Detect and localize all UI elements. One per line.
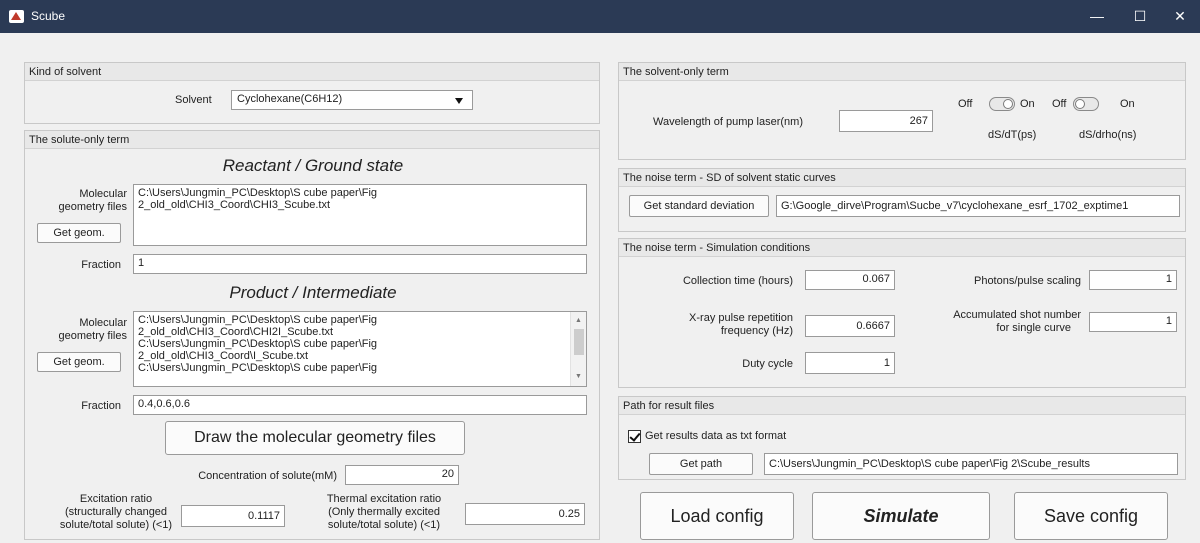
result-path-panel: Path for result files Get results data a… (618, 396, 1186, 480)
xray-frequency-label-2: frequency (Hz) (720, 325, 793, 337)
photons-scaling-label: Photons/pulse scaling (973, 275, 1081, 287)
toggle2-off-label: Off (1052, 98, 1067, 110)
load-config-button[interactable]: Load config (640, 492, 794, 540)
thermal-label-2: (Only thermally excited (328, 506, 440, 518)
app-logo-icon (9, 10, 24, 23)
xray-frequency-input[interactable]: 0.6667 (805, 315, 895, 337)
minimize-button[interactable]: — (1075, 0, 1119, 33)
toggle1-on-label: On (1020, 98, 1035, 110)
product-get-geom-button[interactable]: Get geom. (37, 352, 121, 372)
solvent-panel-heading: Kind of solvent (25, 63, 599, 81)
maximize-button[interactable]: ☐ (1118, 0, 1162, 33)
solute-panel: The solute-only term Reactant / Ground s… (24, 130, 600, 540)
product-title: Product / Intermediate (229, 283, 397, 302)
chevron-down-icon (455, 98, 463, 104)
product-files-list[interactable]: C:\Users\Jungmin_PC\Desktop\S cube paper… (133, 311, 587, 387)
draw-geometry-button[interactable]: Draw the molecular geometry files (165, 421, 465, 455)
reactant-get-geom-button[interactable]: Get geom. (37, 223, 121, 243)
noise-sim-heading: The noise term - Simulation conditions (619, 239, 1185, 257)
duty-cycle-label: Duty cycle (742, 358, 793, 370)
list-item: C:\Users\Jungmin_PC\Desktop\S cube paper… (138, 362, 378, 374)
window-title: Scube (31, 9, 66, 23)
solvent-panel: Kind of solvent Solvent Cyclohexane(C6H1… (24, 62, 600, 124)
get-standard-deviation-button[interactable]: Get standard deviation (629, 195, 769, 217)
excitation-label-2: (structurally changed (64, 506, 168, 518)
reactant-files-label-2: geometry files (58, 201, 127, 213)
thermal-input[interactable]: 0.25 (465, 503, 585, 525)
reactant-fraction-label: Fraction (81, 259, 121, 271)
product-files-scrollbar[interactable]: ▲ ▼ (570, 312, 586, 386)
title-bar: Scube — ☐ ✕ (0, 0, 1200, 33)
sd-path-field[interactable]: G:\Google_dirve\Program\Sucbe_v7\cyclohe… (776, 195, 1180, 217)
solvent-only-panel: The solvent-only term Wavelength of pump… (618, 62, 1186, 160)
product-fraction-input[interactable]: 0.4,0.6,0.6 (133, 395, 587, 415)
list-item: C:\Users\Jungmin_PC\Desktop\S cube paper… (138, 314, 378, 326)
shot-number-label-2: for single curve (996, 322, 1071, 334)
thermal-label: Thermal excitation ratio (326, 493, 442, 505)
txt-format-label: Get results data as txt format (645, 430, 787, 442)
collection-time-label: Collection time (hours) (682, 275, 793, 287)
toggle-knob (1003, 99, 1013, 109)
product-files-label-2: geometry files (58, 330, 127, 342)
list-item: 2_old_old\CHI3_Coord\I_Scube.txt (138, 350, 308, 362)
wavelength-input[interactable]: 267 (839, 110, 933, 132)
thermal-label-3: solute/total solute) (<1) (327, 519, 441, 531)
dsdrho-caption: dS/drho(ns) (1079, 129, 1137, 141)
collection-time-input[interactable]: 0.067 (805, 270, 895, 290)
toggle2-on-label: On (1120, 98, 1135, 110)
duty-cycle-input[interactable]: 1 (805, 352, 895, 374)
toggle1-off-label: Off (958, 98, 973, 110)
solvent-label: Solvent (175, 94, 212, 106)
excitation-label: Excitation ratio (79, 493, 153, 505)
simulate-button[interactable]: Simulate (812, 492, 990, 540)
get-path-button[interactable]: Get path (649, 453, 753, 475)
excitation-label-3: solute/total solute) (<1) (59, 519, 173, 531)
shot-number-input[interactable]: 1 (1089, 312, 1177, 332)
dsdrho-toggle[interactable] (1073, 97, 1099, 111)
reactant-fraction-input[interactable]: 1 (133, 254, 587, 274)
list-item: C:\Users\Jungmin_PC\Desktop\S cube paper… (138, 338, 378, 350)
result-path-heading: Path for result files (619, 397, 1185, 415)
txt-format-checkbox[interactable] (628, 430, 641, 443)
noise-sd-panel: The noise term - SD of solvent static cu… (618, 168, 1186, 232)
list-item: C:\Users\Jungmin_PC\Desktop\S cube paper… (138, 187, 378, 199)
noise-sim-panel: The noise term - Simulation conditions C… (618, 238, 1186, 388)
solvent-dropdown[interactable]: Cyclohexane(C6H12) (231, 90, 473, 110)
product-fraction-label: Fraction (81, 400, 121, 412)
xray-frequency-label: X-ray pulse repetition (689, 312, 793, 324)
reactant-files-list[interactable]: C:\Users\Jungmin_PC\Desktop\S cube paper… (133, 184, 587, 246)
reactant-title: Reactant / Ground state (222, 156, 404, 175)
reactant-files-label: Molecular (79, 188, 127, 200)
save-config-button[interactable]: Save config (1014, 492, 1168, 540)
shot-number-label: Accumulated shot number (953, 309, 1081, 321)
solvent-only-heading: The solvent-only term (619, 63, 1185, 81)
scroll-up-icon[interactable]: ▲ (575, 315, 582, 327)
list-item: 2_old_old\CHI3_Coord\CHI3_Scube.txt (138, 199, 331, 211)
scroll-thumb[interactable] (574, 329, 584, 355)
dsdt-toggle[interactable] (989, 97, 1015, 111)
dsdt-caption: dS/dT(ps) (988, 129, 1037, 141)
solvent-dropdown-value: Cyclohexane(C6H12) (237, 93, 343, 105)
scroll-down-icon[interactable]: ▼ (575, 371, 582, 383)
photons-scaling-input[interactable]: 1 (1089, 270, 1177, 290)
solute-panel-heading: The solute-only term (25, 131, 599, 149)
concentration-label: Concentration of solute(mM) (198, 470, 337, 482)
concentration-input[interactable]: 20 (345, 465, 459, 485)
result-path-field[interactable]: C:\Users\Jungmin_PC\Desktop\S cube paper… (764, 453, 1178, 475)
list-item: 2_old_old\CHI3_Coord\CHI2I_Scube.txt (138, 326, 334, 338)
close-button[interactable]: ✕ (1158, 0, 1200, 33)
wavelength-label: Wavelength of pump laser(nm) (653, 116, 803, 128)
product-files-label: Molecular (79, 317, 127, 329)
noise-sd-heading: The noise term - SD of solvent static cu… (619, 169, 1185, 187)
toggle-knob (1075, 99, 1085, 109)
excitation-input[interactable]: 0.1117 (181, 505, 285, 527)
